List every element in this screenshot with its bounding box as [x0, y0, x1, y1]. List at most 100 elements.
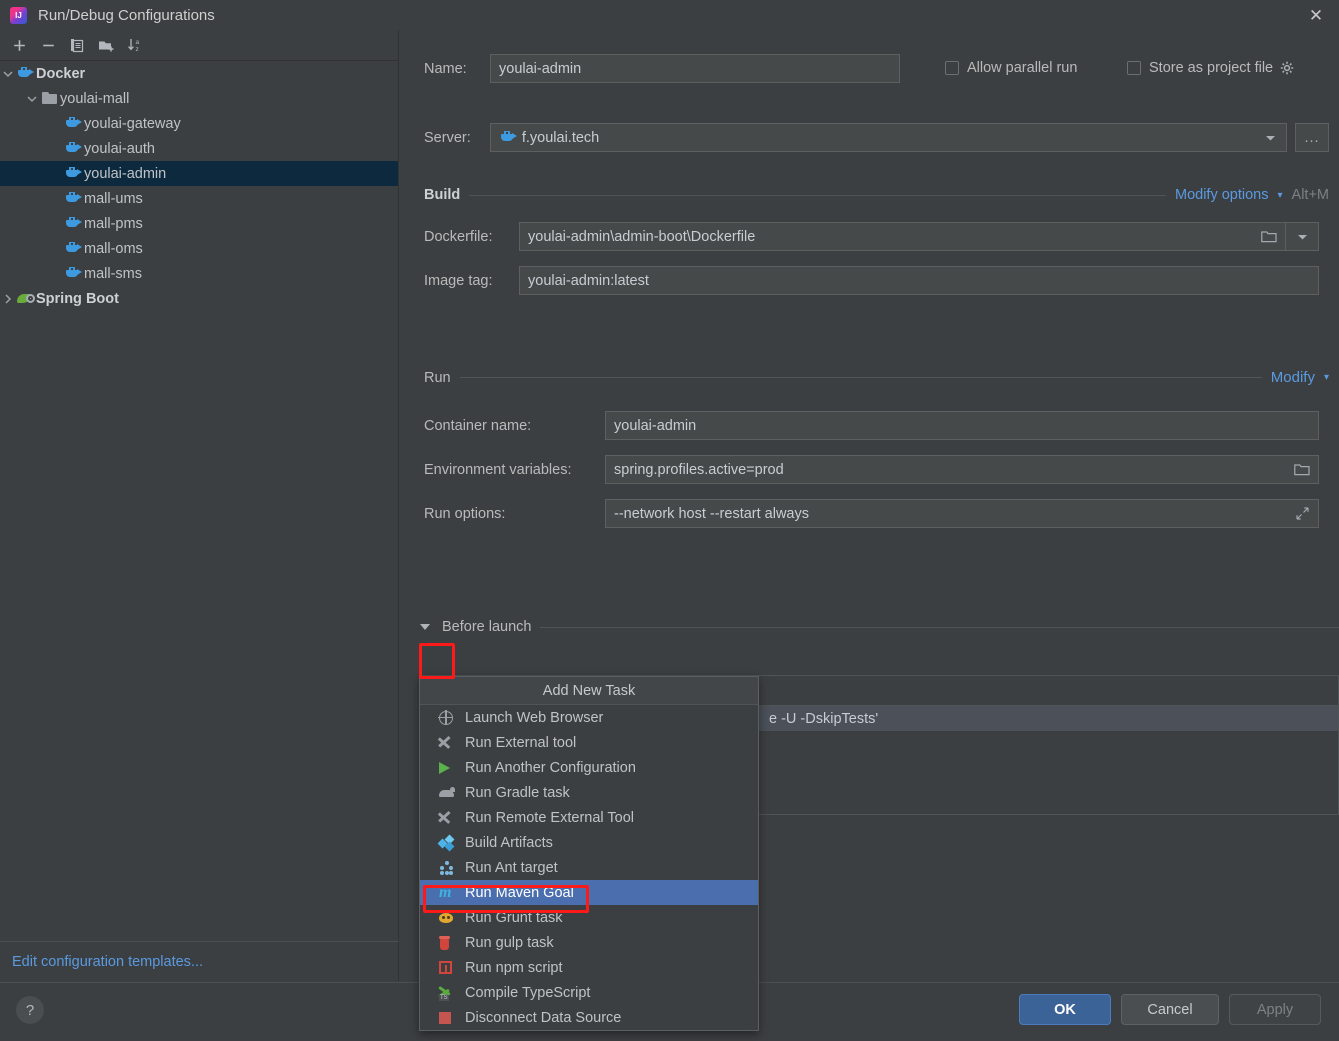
ok-button[interactable]: OK	[1019, 994, 1111, 1025]
docker-icon	[64, 240, 83, 258]
add-new-task-menu-items[interactable]: Launch Web Browser Run External tool Run A…	[420, 705, 758, 1030]
tree-item-youlai-gateway[interactable]: youlai-gateway	[0, 111, 398, 136]
image-tag-value: youlai-admin:latest	[528, 272, 649, 289]
dockerfile-label: Dockerfile:	[424, 228, 493, 245]
cancel-button[interactable]: Cancel	[1121, 994, 1219, 1025]
npm-icon	[439, 960, 461, 976]
docker-icon	[64, 165, 83, 183]
tree-item-mall-sms[interactable]: mall-sms	[0, 261, 398, 286]
chevron-down-icon[interactable]	[1254, 124, 1286, 151]
help-button[interactable]: ?	[16, 996, 44, 1024]
menu-item-disconnect-data-source[interactable]: Disconnect Data Source	[420, 1005, 758, 1030]
image-tag-input[interactable]: youlai-admin:latest	[519, 266, 1319, 295]
tree-item-label: mall-ums	[84, 190, 143, 207]
server-browse-label: ...	[1304, 129, 1320, 146]
svg-text:a: a	[135, 39, 139, 46]
docker-icon	[499, 129, 518, 147]
menu-item-launch-web-browser[interactable]: Launch Web Browser	[420, 705, 758, 730]
menu-item-run-maven-goal[interactable]: m Run Maven Goal	[420, 880, 758, 905]
folder-icon[interactable]	[1286, 456, 1318, 483]
menu-item-label: Build Artifacts	[465, 834, 553, 851]
tree-item-youlai-admin[interactable]: youlai-admin	[0, 161, 398, 186]
chevron-right-icon[interactable]	[0, 286, 16, 311]
tree-item-label: Spring Boot	[36, 290, 119, 307]
tools-icon	[438, 735, 461, 751]
menu-item-compile-typescript[interactable]: TS Compile TypeScript	[420, 980, 758, 1005]
tree-item-youlai-auth[interactable]: youlai-auth	[0, 136, 398, 161]
typescript-icon: TS	[438, 985, 461, 1001]
new-folder-button[interactable]	[93, 33, 119, 57]
folder-icon[interactable]	[1253, 223, 1285, 250]
tree-item-label: youlai-admin	[84, 165, 167, 182]
tree-item-label: mall-oms	[84, 240, 143, 257]
menu-item-label: Run gulp task	[465, 934, 554, 951]
menu-item-run-remote-external-tool[interactable]: Run Remote External Tool	[420, 805, 758, 830]
docker-icon	[16, 65, 35, 83]
run-section-header: Run Modify ▾	[424, 369, 1329, 386]
edit-configuration-templates-link[interactable]: Edit configuration templates...	[12, 954, 203, 970]
server-value: f.youlai.tech	[521, 129, 600, 146]
run-options-input[interactable]: --network host --restart always	[605, 499, 1319, 528]
store-as-project-file-checkbox[interactable]: Store as project file	[1127, 60, 1295, 76]
container-name-input[interactable]: youlai-admin	[605, 411, 1319, 440]
server-combobox[interactable]: f.youlai.tech	[489, 123, 1288, 152]
close-icon[interactable]: ✕	[1293, 0, 1339, 30]
configurations-tree[interactable]: Docker youlai-mall youlai-gateway youlai-au…	[0, 61, 398, 941]
remove-configuration-button[interactable]	[35, 33, 61, 57]
tree-item-youlai-mall[interactable]: youlai-mall	[0, 86, 398, 111]
tree-item-spring-boot[interactable]: Spring Boot	[0, 286, 398, 311]
sort-configurations-button[interactable]: a z	[122, 33, 148, 57]
menu-item-run-gulp-task[interactable]: Run gulp task	[420, 930, 758, 955]
menu-item-label: Run Ant target	[465, 859, 558, 876]
gulp-icon	[439, 935, 461, 951]
environment-variables-value: spring.profiles.active=prod	[614, 461, 784, 478]
tree-item-mall-ums[interactable]: mall-ums	[0, 186, 398, 211]
menu-item-run-npm-script[interactable]: Run npm script	[420, 955, 758, 980]
add-configuration-button[interactable]	[6, 33, 32, 57]
menu-item-run-external-tool[interactable]: Run External tool	[420, 730, 758, 755]
server-row: Server: f.youlai.tech ...	[424, 123, 1329, 152]
folder-icon	[40, 90, 59, 108]
chevron-down-icon[interactable]: ▾	[1278, 190, 1283, 201]
chevron-down-icon[interactable]	[24, 86, 40, 111]
menu-item-run-grunt-task[interactable]: Run Grunt task	[420, 905, 758, 930]
tree-item-mall-pms[interactable]: mall-pms	[0, 211, 398, 236]
chevron-down-icon[interactable]	[0, 61, 16, 86]
menu-item-run-gradle-task[interactable]: Run Gradle task	[420, 780, 758, 805]
chevron-down-icon[interactable]	[1285, 223, 1318, 250]
image-tag-label: Image tag:	[424, 272, 493, 289]
apply-button[interactable]: Apply	[1229, 994, 1321, 1025]
chevron-down-icon[interactable]: ▾	[1324, 372, 1329, 383]
run-modify-link[interactable]: Modify	[1271, 369, 1315, 386]
gradle-elephant-icon	[439, 785, 461, 801]
tree-item-mall-oms[interactable]: mall-oms	[0, 236, 398, 261]
environment-variables-input[interactable]: spring.profiles.active=prod	[605, 455, 1319, 484]
menu-item-run-ant-target[interactable]: Run Ant target	[420, 855, 758, 880]
menu-item-run-another-configuration[interactable]: Run Another Configuration	[420, 755, 758, 780]
copy-configuration-button[interactable]	[64, 33, 90, 57]
allow-parallel-run-checkbox[interactable]: Allow parallel run	[945, 60, 1077, 76]
build-modify-options-link[interactable]: Modify options	[1175, 187, 1269, 203]
dockerfile-value: youlai-admin\admin-boot\Dockerfile	[528, 228, 756, 245]
server-browse-button[interactable]: ...	[1295, 123, 1329, 152]
dockerfile-input[interactable]: youlai-admin\admin-boot\Dockerfile	[519, 222, 1319, 251]
run-options-label: Run options:	[424, 505, 506, 522]
container-name-label: Container name:	[424, 417, 532, 434]
gear-icon[interactable]	[1280, 61, 1295, 76]
menu-item-build-artifacts[interactable]: Build Artifacts	[420, 830, 758, 855]
tree-item-label: youlai-mall	[60, 90, 130, 107]
add-new-task-menu[interactable]: Add New Task Launch Web Browser Run Exter…	[419, 676, 759, 1031]
container-name-value: youlai-admin	[614, 417, 697, 434]
build-section-header: Build Modify options ▾ Alt+M	[424, 187, 1329, 203]
menu-item-label: Run External tool	[465, 734, 577, 751]
tree-item-docker[interactable]: Docker	[0, 61, 398, 86]
server-label: Server:	[424, 129, 471, 146]
expand-icon[interactable]	[1286, 500, 1318, 527]
menu-item-label: Disconnect Data Source	[465, 1009, 622, 1026]
name-input[interactable]: youlai-admin	[490, 54, 900, 83]
triangle-down-icon[interactable]	[420, 624, 430, 630]
